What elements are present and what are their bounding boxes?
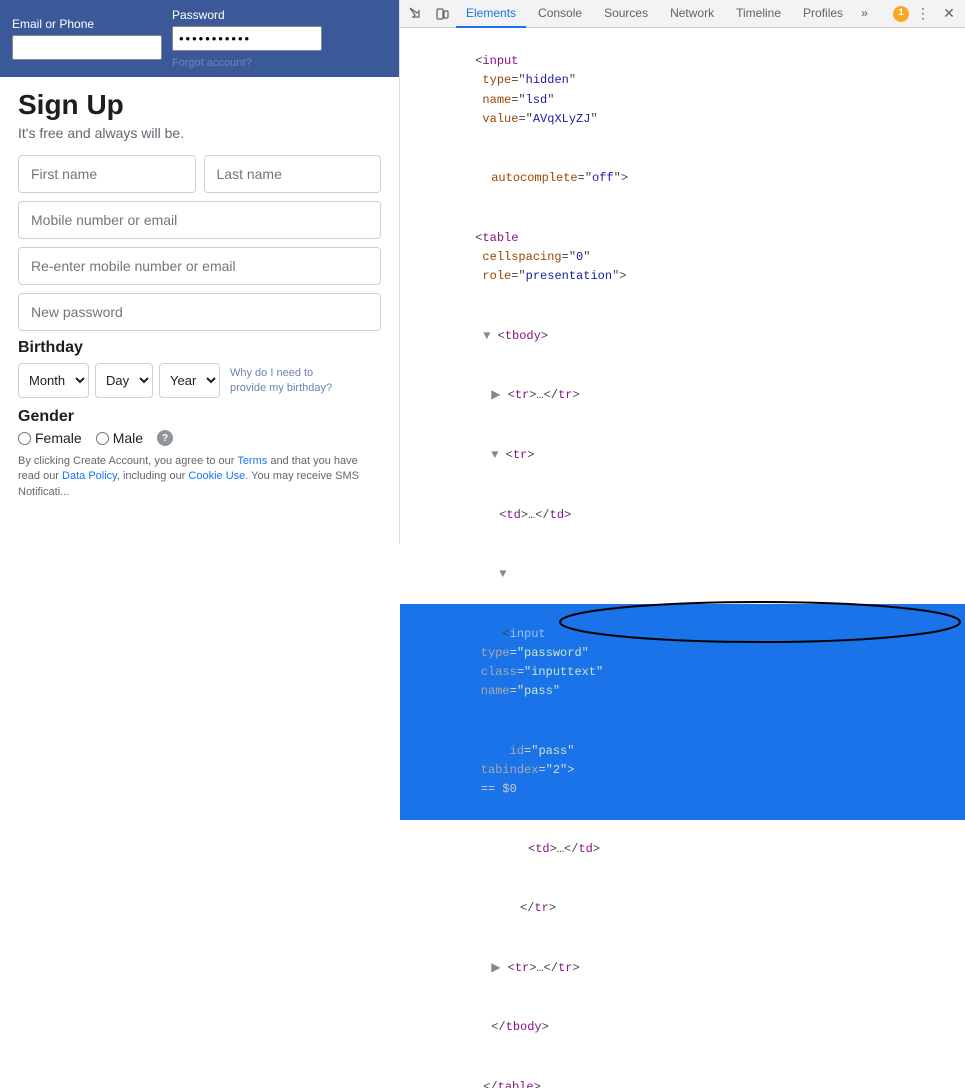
html-editor: <input type="hidden" name="lsd" value="A… (400, 28, 965, 1088)
signup-title: Sign Up (18, 89, 381, 121)
mobile-input[interactable] (18, 201, 381, 239)
html-line: <td>…</td> (400, 485, 965, 545)
new-password-row (18, 293, 381, 331)
devtools-toolbar: Elements Console Sources Network Timelin… (400, 0, 965, 28)
female-label: Female (35, 430, 82, 446)
cookie-use-link[interactable]: Cookie Use (188, 470, 245, 482)
html-line: <input type="hidden" name="lsd" value="A… (400, 32, 965, 149)
settings-icon[interactable]: ⋮ (911, 2, 935, 26)
reenter-row (18, 247, 381, 285)
password-label: Password (172, 8, 322, 22)
day-select[interactable]: Day (95, 363, 153, 398)
year-select[interactable]: Year (159, 363, 220, 398)
birthday-label: Birthday (18, 339, 381, 357)
birthday-row: Month Day Year Why do I need to provide … (18, 363, 381, 398)
policy-text: By clicking Create Account, you agree to… (18, 454, 381, 500)
signup-subtitle: It's free and always will be. (18, 125, 381, 141)
html-line: ▶ <tr>…</tr> (400, 939, 965, 999)
male-radio[interactable] (96, 432, 109, 445)
html-line-selected-2: id="pass" tabindex="2"> == $0 (400, 722, 965, 820)
html-line: </tbody> (400, 998, 965, 1058)
male-option[interactable]: Male (96, 430, 143, 446)
last-name-input[interactable] (204, 155, 382, 193)
male-label: Male (113, 430, 143, 446)
name-row (18, 155, 381, 193)
html-line: ▼ <tbody> (400, 307, 965, 367)
month-select[interactable]: Month (18, 363, 89, 398)
tab-sources[interactable]: Sources (594, 0, 658, 28)
fb-password-section: Password Forgot account? (172, 8, 322, 69)
female-radio[interactable] (18, 432, 31, 445)
tab-network[interactable]: Network (660, 0, 724, 28)
gender-help-icon[interactable]: ? (157, 430, 173, 446)
tab-profiles[interactable]: Profiles (793, 0, 853, 28)
html-line: ▶ <tr>…</tr> (400, 366, 965, 426)
new-password-input[interactable] (18, 293, 381, 331)
forgot-account-link[interactable]: Forgot account? (172, 57, 322, 69)
gender-label: Gender (18, 408, 381, 426)
first-name-input[interactable] (18, 155, 196, 193)
facebook-signup-panel: Email or Phone Password Forgot account? … (0, 0, 400, 544)
html-line: <table cellspacing="0" role="presentatio… (400, 209, 965, 307)
tab-timeline[interactable]: Timeline (726, 0, 791, 28)
terms-link[interactable]: Terms (237, 455, 267, 467)
data-policy-link[interactable]: Data Policy (62, 470, 117, 482)
html-line: autocomplete="off"> (400, 149, 965, 209)
more-tabs-button[interactable]: » (855, 3, 874, 25)
selected-lines-container: <input type="password" class="inputtext"… (400, 604, 965, 819)
birthday-section: Birthday Month Day Year Why do I need to… (18, 339, 381, 398)
html-line: ▼ (400, 545, 965, 605)
close-icon[interactable]: ✕ (937, 2, 961, 26)
mobile-row (18, 201, 381, 239)
gender-row: Female Male ? (18, 430, 381, 446)
signup-section: Sign Up It's free and always will be. Bi… (0, 77, 399, 512)
tab-console[interactable]: Console (528, 0, 592, 28)
devtools-panel: Elements Console Sources Network Timelin… (400, 0, 965, 544)
email-input[interactable] (12, 35, 162, 60)
device-icon[interactable] (430, 2, 454, 26)
email-label: Email or Phone (12, 17, 162, 31)
why-birthday-link[interactable]: Why do I need to provide my birthday? (230, 366, 350, 395)
password-input[interactable] (172, 26, 322, 51)
html-line: ▼ <tr> (400, 426, 965, 486)
toolbar-right: 1 ⋮ ✕ (893, 2, 961, 26)
inspect-icon[interactable] (404, 2, 428, 26)
html-line: <td>…</td> (400, 820, 965, 880)
tab-elements[interactable]: Elements (456, 0, 526, 28)
html-line: </tr> (400, 879, 965, 939)
female-option[interactable]: Female (18, 430, 82, 446)
html-line-selected-1: <input type="password" class="inputtext"… (400, 604, 965, 721)
warning-badge: 1 (893, 6, 909, 22)
gender-section: Gender Female Male ? (18, 408, 381, 446)
html-line: </table> (400, 1058, 965, 1088)
fb-header: Email or Phone Password Forgot account? (0, 0, 399, 77)
fb-email-section: Email or Phone (12, 17, 162, 60)
reenter-mobile-input[interactable] (18, 247, 381, 285)
